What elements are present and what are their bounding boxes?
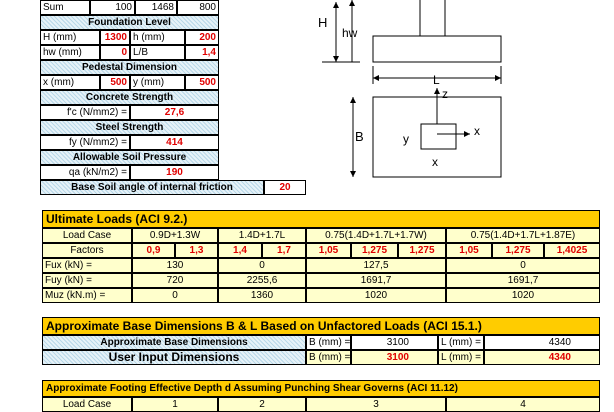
approx-base-label: Approximate Base Dimensions [42, 335, 306, 350]
user-B-input[interactable]: 3100 [351, 350, 438, 365]
fy-value-input[interactable]: 414 [130, 135, 219, 150]
z-axis-label: z [442, 87, 448, 101]
factor-4b[interactable]: 1,275 [492, 243, 544, 258]
muz-case-2: 1360 [218, 288, 306, 303]
H-value-input[interactable]: 1300 [100, 30, 130, 45]
effective-depth-title: Approximate Footing Effective Depth d As… [42, 380, 600, 397]
approx-B-value: 3100 [351, 335, 438, 350]
load-case-label: Load Case [42, 228, 132, 243]
muz-case-4: 1020 [446, 288, 600, 303]
hw-label: hw (mm) [40, 45, 100, 60]
user-input-label: User Input Dimensions [42, 350, 306, 365]
factor-4c[interactable]: 1,4025 [544, 243, 600, 258]
y-value-input[interactable]: 500 [185, 75, 219, 90]
fuy-label: Fuy (kN) = [42, 273, 132, 288]
sum-value-1: 100 [90, 0, 135, 15]
LB-label: L/B [130, 45, 185, 60]
muz-label: Muz (kN.m) = [42, 288, 132, 303]
sum-label: Sum [40, 0, 90, 15]
LB-value-input[interactable]: 1,4 [185, 45, 219, 60]
approx-L-label: L (mm) = [438, 335, 484, 350]
ultimate-loads-title: Ultimate Loads (ACI 9.2.) [42, 210, 600, 228]
fuy-case-2: 2255,6 [218, 273, 306, 288]
case-4: 0.75(1.4D+1.7L+1.87E) [446, 228, 600, 243]
x-below-label: x [432, 155, 438, 169]
case-2: 1.4D+1.7L [218, 228, 306, 243]
hw-dim-label: hw [342, 26, 358, 40]
H-label: H (mm) [40, 30, 100, 45]
muz-case-3: 1020 [306, 288, 446, 303]
L-dim-label: L [433, 73, 440, 87]
case-1: 0.9D+1.3W [132, 228, 218, 243]
B-dim-label: B [355, 129, 364, 144]
pedestal-elevation [419, 0, 446, 37]
foundation-level-title: Foundation Level [40, 15, 219, 30]
x-axis-label: x [474, 124, 480, 138]
fc-label: f'c (N/mm2) = [40, 105, 130, 120]
fux-case-4: 0 [446, 258, 600, 273]
factor-3a[interactable]: 1,05 [306, 243, 351, 258]
qa-label: qa (kN/m2) = [40, 165, 130, 180]
fc-value-input[interactable]: 27,6 [130, 105, 219, 120]
factor-1b[interactable]: 1,3 [175, 243, 218, 258]
user-L-input[interactable]: 4340 [484, 350, 600, 365]
factor-2a[interactable]: 1,4 [218, 243, 262, 258]
approx-B-label: B (mm) = [306, 335, 351, 350]
factors-label: Factors [42, 243, 132, 258]
soil-pressure-title: Allowable Soil Pressure [40, 150, 219, 165]
user-L-label: L (mm) = [438, 350, 484, 365]
x-value-input[interactable]: 500 [100, 75, 130, 90]
sum-value-2: 1468 [135, 0, 177, 15]
fy-label: fy (N/mm2) = [40, 135, 130, 150]
concrete-title: Concrete Strength [40, 90, 219, 105]
factor-1a[interactable]: 0,9 [132, 243, 175, 258]
y-axis-label: y [403, 132, 409, 146]
factor-3b[interactable]: 1,275 [351, 243, 398, 258]
factor-3c[interactable]: 1,275 [398, 243, 446, 258]
pedestal-plan [420, 123, 457, 150]
y-label: y (mm) [130, 75, 185, 90]
case-3: 0.75(1.4D+1.7L+1.7W) [306, 228, 446, 243]
user-B-label: B (mm) = [306, 350, 351, 365]
friction-angle-label: Base Soil angle of internal friction [40, 180, 264, 195]
fux-label: Fux (kN) = [42, 258, 132, 273]
friction-angle-input[interactable]: 20 [264, 180, 306, 195]
h-label: h (mm) [130, 30, 185, 45]
fuy-case-4: 1691,7 [446, 273, 600, 288]
qa-value-input[interactable]: 190 [130, 165, 219, 180]
footing-elevation [372, 35, 502, 63]
factor-4a[interactable]: 1,05 [446, 243, 492, 258]
fuy-case-1: 720 [132, 273, 218, 288]
fux-case-3: 127,5 [306, 258, 446, 273]
fuy-case-3: 1691,7 [306, 273, 446, 288]
steel-title: Steel Strength [40, 120, 219, 135]
x-label: x (mm) [40, 75, 100, 90]
fux-case-1: 130 [132, 258, 218, 273]
approx-L-value: 4340 [484, 335, 600, 350]
factor-2b[interactable]: 1,7 [262, 243, 306, 258]
fux-case-2: 0 [218, 258, 306, 273]
pedestal-title: Pedestal Dimension [40, 60, 219, 75]
approx-base-title: Approximate Base Dimensions B & L Based … [42, 317, 600, 335]
hw-value-input[interactable]: 0 [100, 45, 130, 60]
h-value-input[interactable]: 200 [185, 30, 219, 45]
footing-diagram: H hw L z x y x B [318, 0, 502, 178]
sum-value-3: 800 [177, 0, 219, 15]
muz-case-1: 0 [132, 288, 218, 303]
H-dim-label: H [318, 15, 327, 30]
